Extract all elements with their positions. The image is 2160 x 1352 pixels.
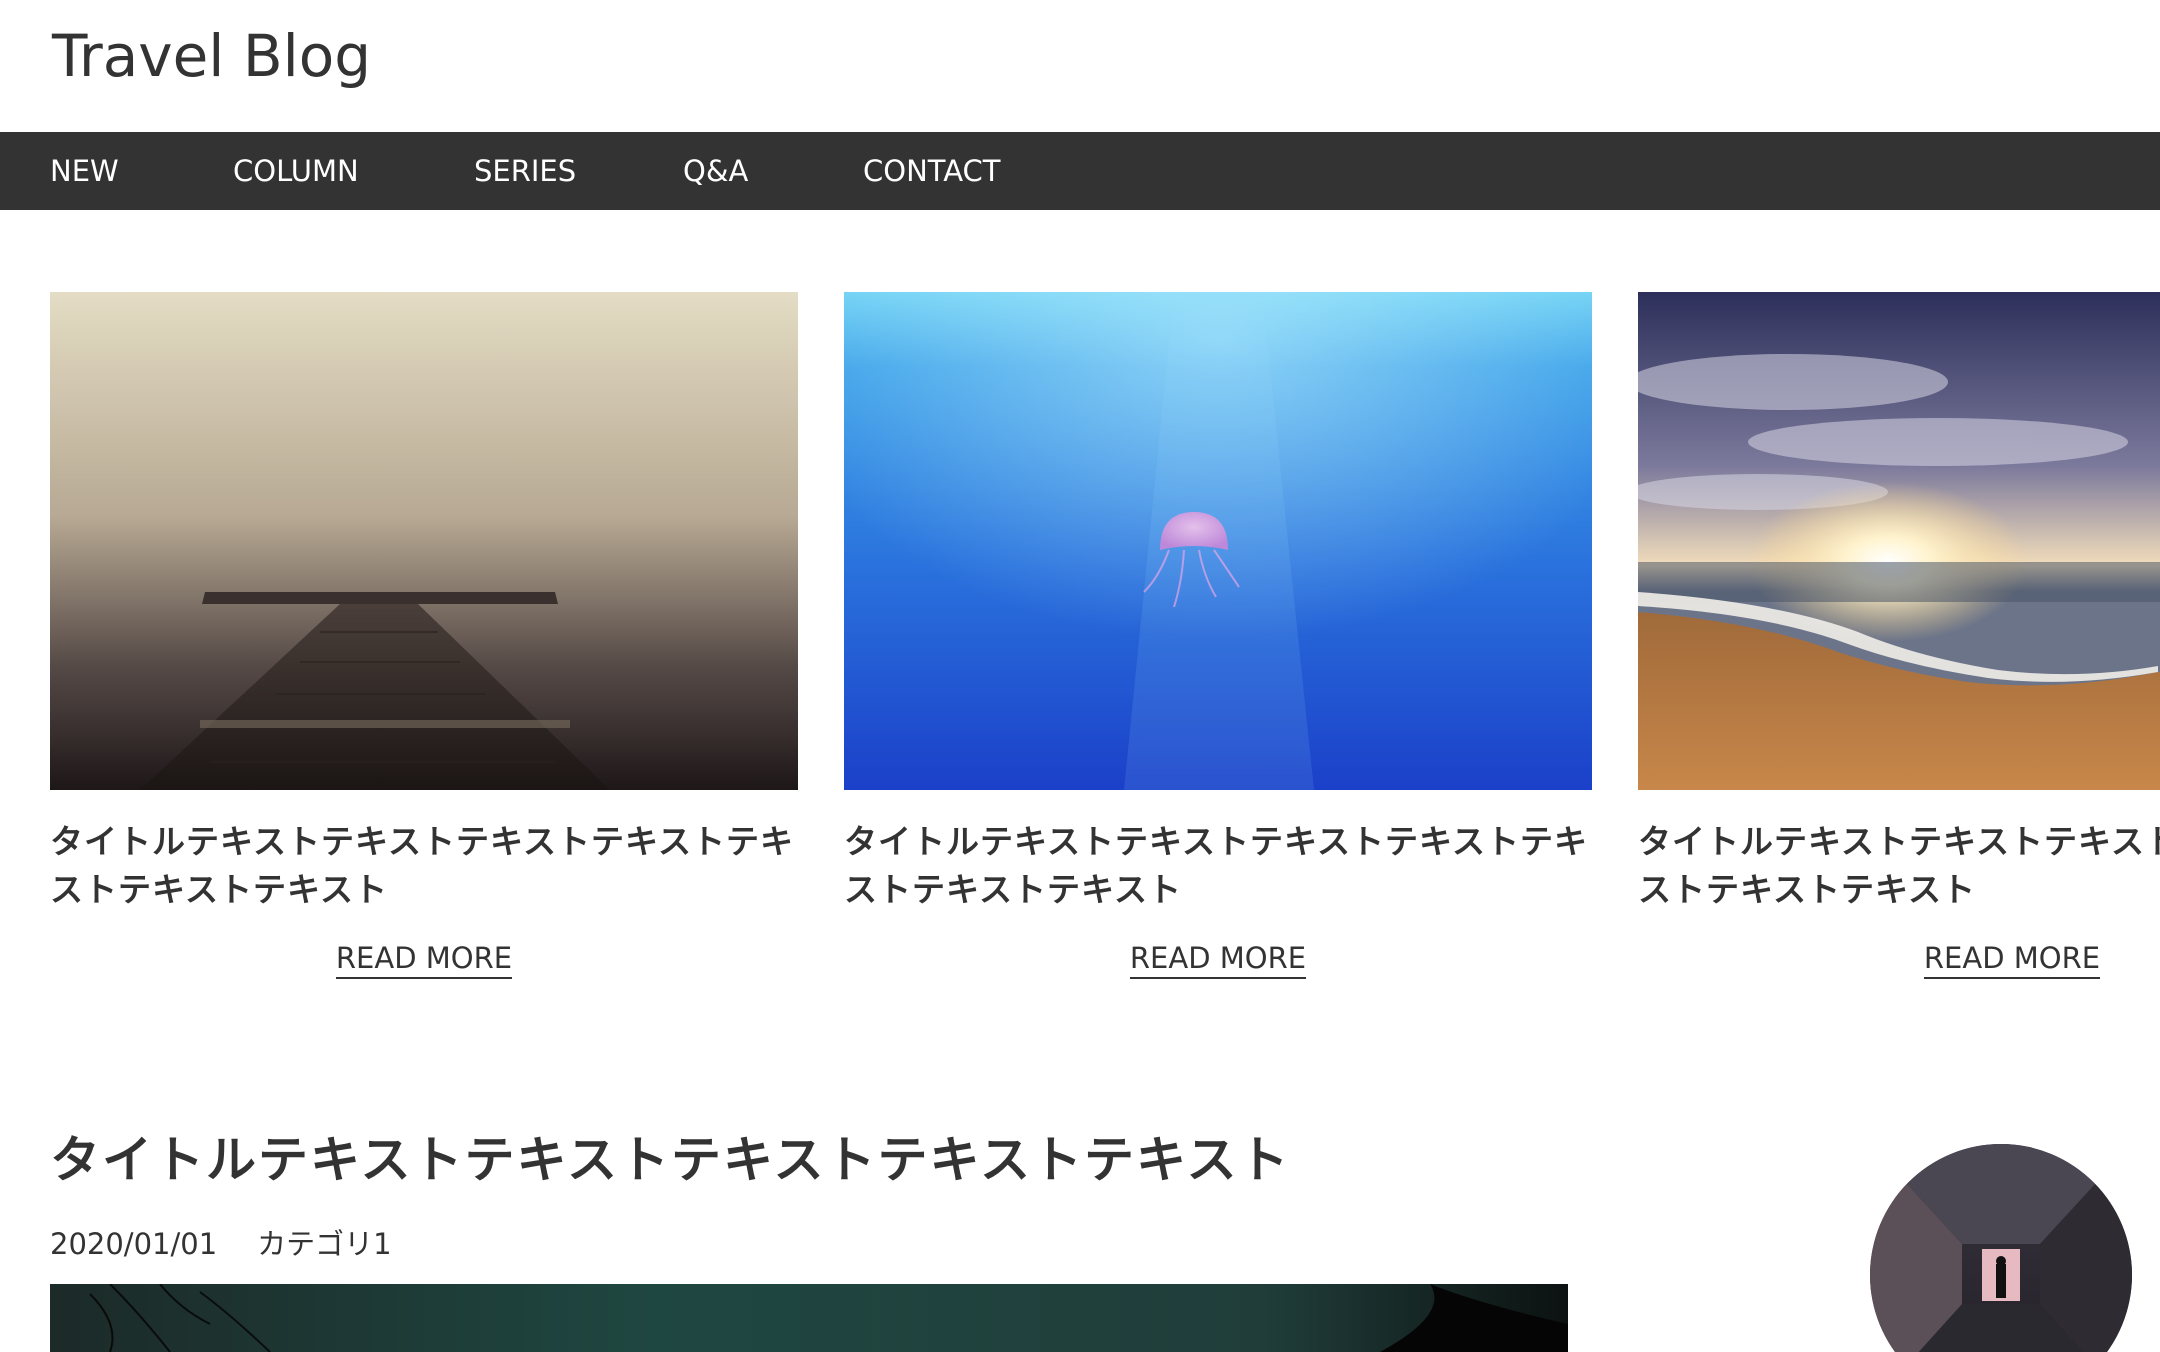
read-more-label: READ MORE	[1923, 941, 2101, 979]
beach-sunset-photo	[1638, 292, 2160, 790]
nav-item-contact[interactable]: CONTACT	[863, 132, 1001, 210]
page: Travel Blog NEW COLUMN SERIES Q&A CONTAC…	[0, 0, 2160, 1352]
article-date: 2020/01/01	[50, 1227, 218, 1261]
nav-item-column[interactable]: COLUMN	[233, 132, 359, 210]
nav-item-series[interactable]: SERIES	[474, 132, 576, 210]
card-image-beach[interactable]	[1638, 292, 2160, 790]
read-more-link[interactable]: READ MORE	[1638, 934, 2160, 982]
read-more-link[interactable]: READ MORE	[844, 934, 1592, 982]
profile-avatar[interactable]	[1870, 1144, 2132, 1352]
night-sky-photo	[50, 1284, 1568, 1352]
read-more-label: READ MORE	[1129, 941, 1307, 979]
nav-item-qa[interactable]: Q&A	[683, 132, 748, 210]
article-title[interactable]: タイトルテキストテキストテキストテキストテキスト	[50, 1128, 1291, 1192]
site-title-link[interactable]: Travel Blog	[52, 20, 371, 92]
card-title[interactable]: タイトルテキストテキストテキストテキストテキストテキストテキスト	[844, 818, 1604, 914]
article-category[interactable]: カテゴリ1	[257, 1227, 391, 1261]
read-more-label: READ MORE	[335, 941, 513, 979]
card-title[interactable]: タイトルテキストテキストテキストテキストテキストテキストテキスト	[50, 818, 810, 914]
global-nav: NEW COLUMN SERIES Q&A CONTACT	[0, 132, 2160, 210]
pier-photo	[50, 292, 798, 790]
card-image-jellyfish[interactable]	[844, 292, 1592, 790]
jellyfish-photo	[844, 292, 1592, 790]
card-title[interactable]: タイトルテキストテキストテキストテキストテキストテキストテキスト	[1638, 818, 2160, 914]
read-more-link[interactable]: READ MORE	[50, 934, 798, 982]
nav-item-new[interactable]: NEW	[50, 132, 119, 210]
corridor-photo	[1870, 1144, 2132, 1352]
article-image[interactable]	[50, 1284, 1568, 1352]
site-header: Travel Blog	[0, 0, 2160, 132]
card-image-pier[interactable]	[50, 292, 798, 790]
article-meta: 2020/01/01 カテゴリ1	[50, 1222, 392, 1266]
